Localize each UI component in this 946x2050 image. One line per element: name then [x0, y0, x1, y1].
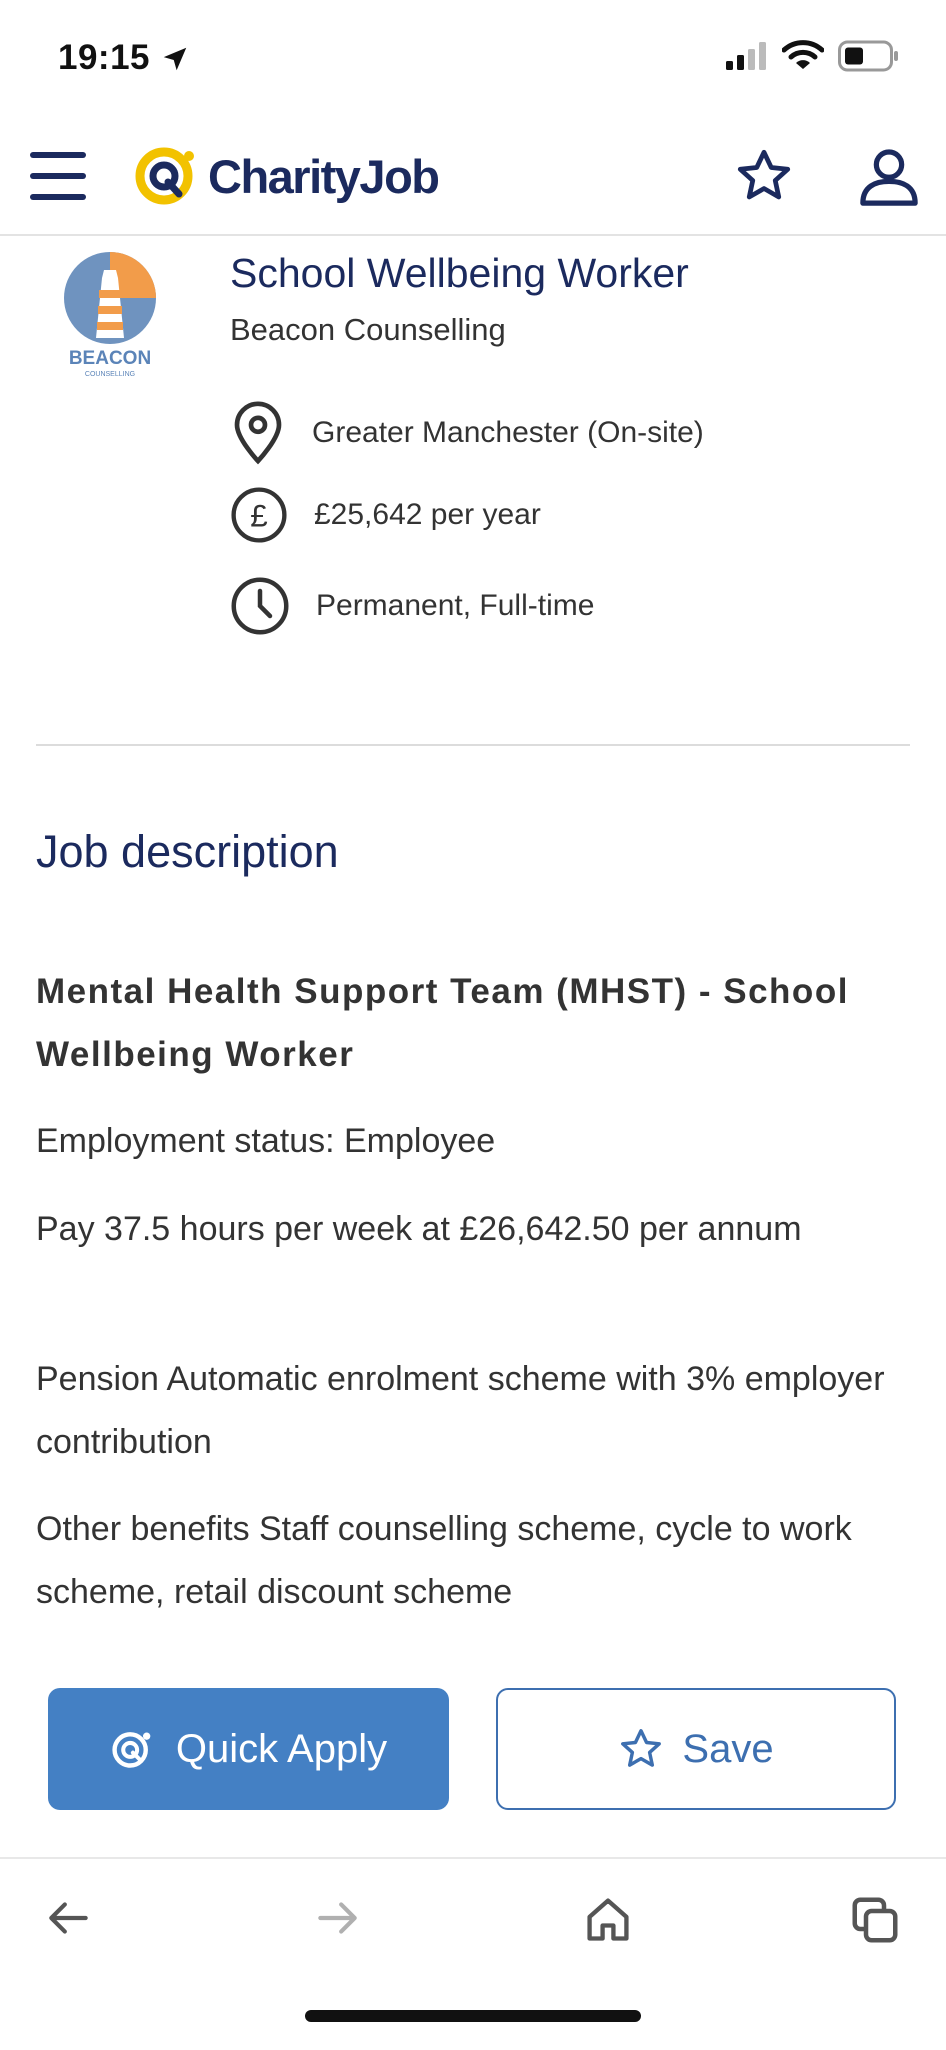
wifi-icon [782, 40, 824, 69]
menu-icon-bar [30, 194, 86, 200]
svg-text:£: £ [250, 499, 267, 534]
status-time: 19:15 [58, 38, 151, 77]
job-location: Greater Manchester (On-site) [312, 416, 704, 449]
pay-text: Pay 37.5 hours per week at £26,642.50 pe… [36, 1210, 802, 1248]
pound-currency-icon: £ [231, 487, 287, 543]
pension-text: Pension Automatic enrolment scheme with … [36, 1360, 885, 1461]
divider [36, 744, 910, 746]
user-account-icon[interactable] [856, 144, 922, 210]
home-icon[interactable] [582, 1893, 634, 1945]
forward-arrow-icon[interactable] [312, 1893, 362, 1943]
quick-apply-button[interactable]: Quick Apply [48, 1688, 449, 1810]
status-bar: 19:15 [0, 0, 946, 120]
tabs-icon[interactable] [848, 1893, 902, 1947]
menu-icon [30, 152, 86, 158]
favorites-star-icon[interactable] [734, 146, 794, 206]
location-row: Greater Manchester (On-site) [230, 400, 704, 466]
charityjob-logo[interactable]: CharityJob [134, 142, 440, 210]
employment-status-text: Employment status: Employee [36, 1122, 496, 1160]
logo-text: CharityJob [208, 149, 440, 203]
menu-icon-bar [30, 173, 86, 179]
clock-icon [231, 577, 289, 635]
job-description-heading: Mental Health Support Team (MHST) - Scho… [36, 972, 849, 1074]
svg-text:COUNSELLING: COUNSELLING [85, 371, 135, 378]
job-salary: £25,642 per year [314, 498, 541, 531]
save-button[interactable]: Save [496, 1688, 896, 1810]
star-icon [621, 1729, 662, 1767]
quick-apply-label: Quick Apply [175, 1726, 388, 1771]
job-contract-type: Permanent, Full-time [316, 589, 595, 622]
contract-row: Permanent, Full-time [230, 576, 594, 636]
employer-logo: BEACON COUNSELLING [60, 250, 160, 380]
cellular-signal-icon [726, 42, 766, 70]
svg-text:BEACON: BEACON [69, 348, 151, 369]
quick-apply-icon [112, 1732, 151, 1768]
app-header: CharityJob [0, 120, 946, 236]
location-arrow-icon [163, 47, 187, 71]
company-name[interactable]: Beacon Counselling [230, 312, 506, 348]
salary-row: £ £25,642 per year [230, 486, 541, 544]
back-arrow-icon[interactable] [44, 1893, 94, 1943]
home-indicator[interactable] [305, 2010, 641, 2022]
charityjob-logo-icon [135, 147, 194, 205]
location-pin-icon [234, 401, 282, 465]
save-label: Save [682, 1726, 774, 1771]
battery-icon [838, 40, 898, 72]
other-benefits-text: Other benefits Staff counselling scheme,… [36, 1510, 852, 1611]
menu-button[interactable] [28, 148, 90, 204]
job-title[interactable]: School Wellbeing Worker [230, 250, 689, 297]
job-description-title: Job description [36, 826, 339, 877]
